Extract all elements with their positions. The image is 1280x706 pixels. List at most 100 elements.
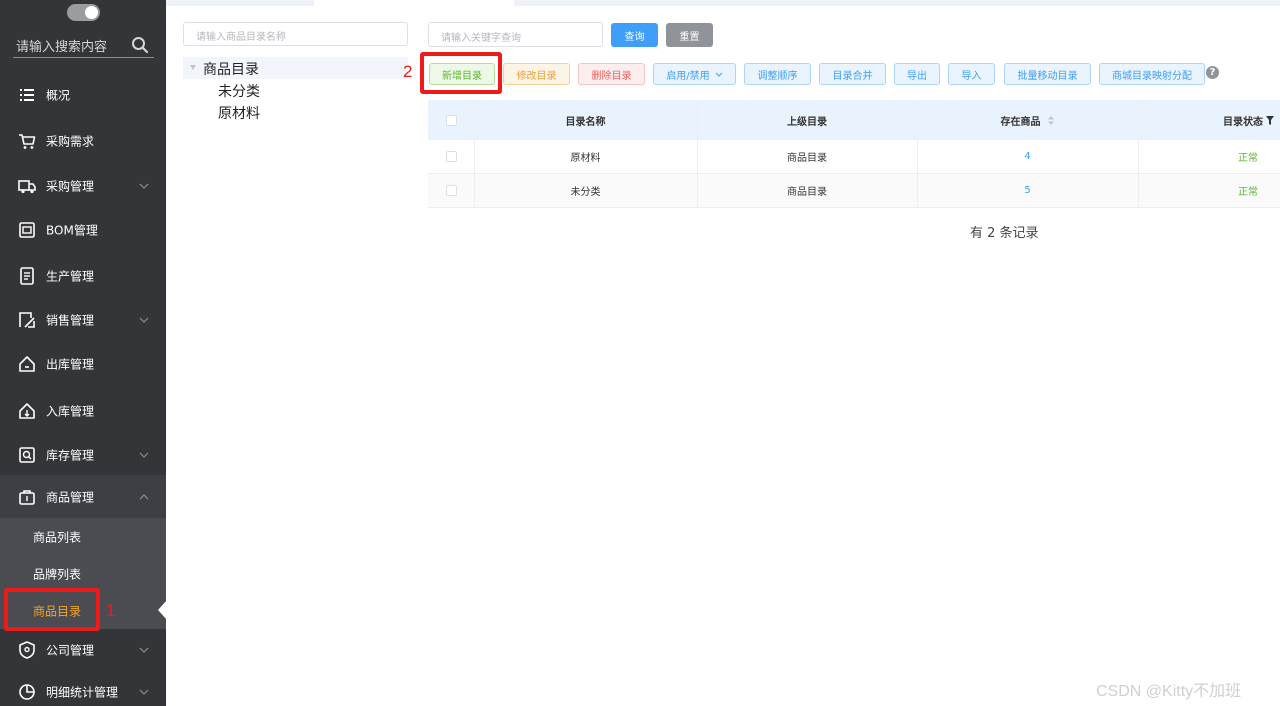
sidebar-search[interactable]: 请输入搜索内容 <box>13 32 154 58</box>
chart-pie-icon <box>19 684 35 700</box>
header-parent-catalog: 上级目录 <box>787 116 827 128</box>
record-count: 有 2 条记录 <box>970 226 1039 241</box>
sidebar-item-label: 入库管理 <box>46 404 95 419</box>
cell-catalog-name: 原材料 <box>570 153 601 164</box>
mall-catalog-mapping-button[interactable]: 商城目录映射分配 <box>1099 63 1205 85</box>
keyword-placeholder: 请输入关键字查询 <box>441 33 521 44</box>
goods-icon <box>19 490 35 505</box>
reorder-button[interactable]: 调整顺序 <box>744 63 811 85</box>
submenu-item-brand-list[interactable]: 品牌列表 <box>0 555 166 592</box>
header-checkbox-cell <box>428 100 474 140</box>
batch-move-catalog-button[interactable]: 批量移动目录 <box>1004 63 1091 85</box>
search-icon[interactable] <box>131 36 149 54</box>
sidebar-item-production[interactable]: 生产管理 <box>0 254 166 298</box>
select-all-checkbox[interactable] <box>445 114 457 126</box>
sidebar-item-label: 出库管理 <box>46 357 95 372</box>
company-icon <box>19 641 35 659</box>
submenu-item-label: 商品列表 <box>33 530 82 544</box>
export-button[interactable]: 导出 <box>894 63 940 85</box>
tree-node-root[interactable]: 商品目录 <box>183 57 408 79</box>
annotation-box-1 <box>4 588 100 631</box>
reset-button[interactable]: 重置 <box>666 23 713 47</box>
row-checkbox[interactable] <box>445 151 457 162</box>
cart-icon <box>19 134 36 149</box>
table-header: 目录名称 上级目录 存在商品 目录状态 <box>428 100 1280 140</box>
outbound-icon <box>19 356 35 372</box>
tree-search-placeholder: 请输入商品目录名称 <box>196 32 286 43</box>
sales-icon <box>19 312 35 328</box>
cell-goods-count-link[interactable]: 5 <box>917 174 1138 207</box>
cell-status: 正常 <box>1238 153 1258 164</box>
delete-catalog-button[interactable]: 删除目录 <box>578 63 645 85</box>
sidebar-item-outbound[interactable]: 出库管理 <box>0 342 166 386</box>
column-divider <box>917 100 918 208</box>
edit-catalog-button[interactable]: 修改目录 <box>503 63 570 85</box>
sidebar-item-label: 商品管理 <box>46 490 95 505</box>
sidebar-item-label: 公司管理 <box>46 643 95 658</box>
cell-parent-catalog: 商品目录 <box>787 187 827 198</box>
list-icon <box>20 89 34 101</box>
tree-node-label: 商品目录 <box>203 62 259 78</box>
header-catalog-name: 目录名称 <box>565 116 606 128</box>
sort-icon[interactable] <box>1047 115 1055 126</box>
header-goods-count-label: 存在商品 <box>1000 116 1041 128</box>
tree-node-uncategorized[interactable]: 未分类 <box>183 79 408 101</box>
cell-goods-count-link[interactable]: 4 <box>917 140 1138 173</box>
tree-node-label: 未分类 <box>218 84 260 100</box>
chevron-down-icon <box>139 689 149 695</box>
import-button[interactable]: 导入 <box>948 63 995 85</box>
active-menu-pointer <box>158 600 167 620</box>
annotation-number-2: 2 <box>403 62 413 81</box>
enable-disable-dropdown[interactable]: 启用/禁用 <box>653 63 736 85</box>
row-checkbox[interactable] <box>445 185 457 196</box>
sidebar-search-input[interactable]: 请输入搜索内容 <box>16 36 107 55</box>
header-goods-count[interactable]: 存在商品 <box>917 100 1138 140</box>
tree-node-label: 原材料 <box>218 106 260 122</box>
sidebar-item-statistics[interactable]: 明细统计管理 <box>0 670 166 706</box>
cell-parent-catalog: 商品目录 <box>787 153 827 164</box>
active-tab[interactable] <box>314 0 514 6</box>
catalog-table: 目录名称 上级目录 存在商品 目录状态 原材料 商品目录 4 正常 未分类 商品… <box>428 100 1280 208</box>
sidebar-item-label: 明细统计管理 <box>46 685 119 700</box>
sidebar-item-sales[interactable]: 销售管理 <box>0 298 166 342</box>
sidebar-item-purchase-demand[interactable]: 采购需求 <box>0 119 166 163</box>
sidebar-item-purchase-management[interactable]: 采购管理 <box>0 164 166 208</box>
caret-down-icon[interactable] <box>190 65 196 70</box>
toggle-knob <box>85 6 98 19</box>
keyword-search-input[interactable]: 请输入关键字查询 <box>428 22 603 47</box>
filter-icon[interactable] <box>1266 115 1274 125</box>
cell-catalog-name: 未分类 <box>570 187 601 198</box>
column-divider <box>474 100 475 208</box>
sidebar-item-label: 销售管理 <box>46 313 95 328</box>
sidebar-item-inventory[interactable]: 库存管理 <box>0 433 166 477</box>
sidebar-item-overview[interactable]: 概况 <box>0 73 166 117</box>
submenu-item-label: 品牌列表 <box>33 567 82 581</box>
catalog-tree-search-input[interactable]: 请输入商品目录名称 <box>183 22 408 46</box>
sidebar-item-bom[interactable]: BOM管理 <box>0 208 166 252</box>
chevron-down-icon <box>139 452 149 458</box>
row-checkbox-cell <box>428 174 474 207</box>
factory-icon <box>20 267 34 285</box>
inventory-icon <box>19 447 35 463</box>
column-divider <box>697 100 698 208</box>
enable-disable-label: 启用/禁用 <box>666 70 710 82</box>
tree-node-raw-materials[interactable]: 原材料 <box>183 101 408 123</box>
merge-catalog-button[interactable]: 目录合并 <box>819 63 886 85</box>
app-window: 请输入搜索内容 概况 采购需求 采购管理 BOM管理 生产管理 销售管理 出库管… <box>0 0 1280 706</box>
header-catalog-status[interactable]: 目录状态 <box>1138 100 1280 140</box>
sidebar-item-label: 概况 <box>46 88 71 103</box>
sidebar-toggle-switch[interactable] <box>67 4 100 21</box>
sidebar-item-company[interactable]: 公司管理 <box>0 628 166 672</box>
help-icon[interactable]: ? <box>1206 66 1219 79</box>
sidebar-item-inbound[interactable]: 入库管理 <box>0 389 166 433</box>
chevron-down-icon <box>715 72 723 77</box>
inbound-icon <box>19 403 35 419</box>
sidebar-item-goods[interactable]: 商品管理 <box>0 475 166 519</box>
header-catalog-status-label: 目录状态 <box>1223 116 1263 128</box>
sidebar-item-label: 采购管理 <box>46 179 95 194</box>
table-row[interactable]: 未分类 商品目录 5 正常 <box>428 174 1280 208</box>
sidebar-item-label: BOM管理 <box>46 223 98 238</box>
table-row[interactable]: 原材料 商品目录 4 正常 <box>428 140 1280 174</box>
query-button[interactable]: 查询 <box>611 23 658 47</box>
submenu-item-goods-list[interactable]: 商品列表 <box>0 518 166 555</box>
